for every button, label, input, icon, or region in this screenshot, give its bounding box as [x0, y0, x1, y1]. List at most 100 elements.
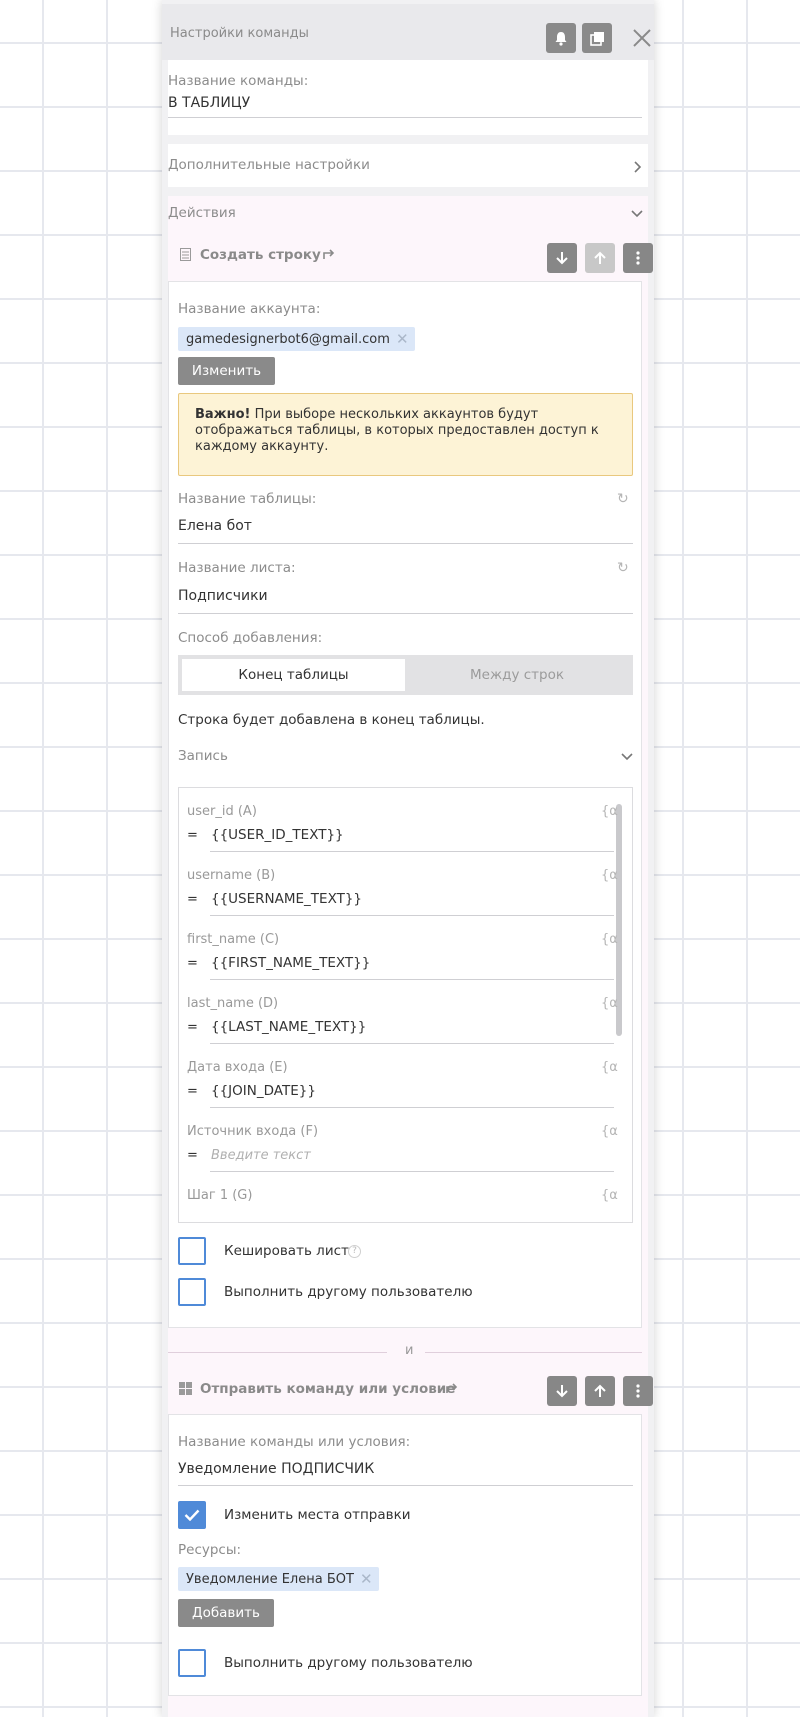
divider [168, 117, 642, 118]
grid-icon [179, 1382, 192, 1395]
table-label: Название таблицы: [178, 491, 317, 507]
cache-sheet-checkbox[interactable] [178, 1237, 206, 1265]
table-input[interactable]: Елена бот [178, 518, 252, 534]
send-command-name-label: Название команды или условия: [178, 1434, 411, 1450]
field-input[interactable]: {{FIRST_NAME_TEXT}} [211, 955, 370, 971]
more-options-button[interactable] [623, 243, 653, 273]
move-up-button[interactable] [585, 243, 615, 273]
redirect-icon[interactable] [445, 1382, 460, 1394]
command-name-input[interactable]: В ТАБЛИЦУ [168, 95, 250, 111]
change-destinations-label: Изменить места отправки [224, 1507, 411, 1523]
move-down-button[interactable] [547, 1376, 577, 1406]
field-input[interactable]: {{LAST_NAME_TEXT}} [211, 1019, 366, 1035]
change-account-button[interactable]: Изменить [178, 357, 275, 385]
more-vertical-icon [636, 1384, 640, 1398]
change-destinations-checkbox[interactable] [178, 1501, 206, 1529]
cache-sheet-label: Кешировать лист [224, 1243, 349, 1259]
record-field: Источник входа (F) {α = Введите текст [179, 1108, 632, 1172]
run-other-user-checkbox[interactable] [178, 1278, 206, 1306]
record-label: Запись [178, 748, 228, 764]
field-label: first_name (C) [187, 932, 280, 947]
field-label: user_id (A) [187, 804, 257, 819]
account-chip: gamedesignerbot6@gmail.com ✕ [178, 327, 415, 351]
variable-icon[interactable]: {α [601, 1188, 618, 1203]
refresh-icon[interactable]: ↻ [617, 560, 629, 576]
refresh-icon[interactable]: ↻ [617, 491, 629, 507]
help-icon[interactable]: ? [348, 1245, 361, 1258]
field-input[interactable]: {{JOIN_DATE}} [211, 1083, 316, 1099]
send-command-card: Название команды или условия: Уведомлени… [168, 1414, 642, 1696]
more-options-button[interactable] [623, 1376, 653, 1406]
check-icon [184, 1509, 200, 1521]
run-other-user-label: Выполнить другому пользователю [224, 1655, 473, 1671]
sheet-label: Название листа: [178, 560, 296, 576]
equals-sign: = [187, 828, 198, 843]
separator-line [168, 1352, 387, 1353]
account-chip-label: gamedesignerbot6@gmail.com [186, 331, 390, 347]
record-field: Шаг 1 (G) {α [179, 1172, 632, 1222]
sheet-input[interactable]: Подписчики [178, 588, 268, 604]
bell-icon [555, 31, 567, 46]
separator-line [425, 1352, 642, 1353]
method-note: Строка будет добавлена в конец таблицы. [178, 712, 485, 728]
variable-icon[interactable]: {α [601, 1124, 618, 1139]
field-input[interactable]: Введите текст [211, 1148, 311, 1163]
variable-icon[interactable]: {α [601, 932, 618, 947]
field-label: Дата входа (E) [187, 1060, 288, 1075]
add-resource-button[interactable]: Добавить [178, 1599, 274, 1627]
equals-sign: = [187, 892, 198, 907]
field-input[interactable]: {{USERNAME_TEXT}} [211, 891, 362, 907]
close-button[interactable] [632, 25, 654, 51]
field-label: username (B) [187, 868, 276, 883]
divider [178, 613, 633, 614]
equals-sign: = [187, 1020, 198, 1035]
record-fields-list: user_id (A) {α = {{USER_ID_TEXT}} userna… [178, 787, 633, 1223]
method-label: Способ добавления: [178, 630, 323, 646]
sheet-icon [180, 248, 191, 261]
divider [178, 543, 633, 544]
move-down-button[interactable] [547, 243, 577, 273]
variable-icon[interactable]: {α [601, 804, 618, 819]
warning-box: Важно! При выборе нескольких аккаунтов б… [178, 393, 633, 476]
actions-label: Действия [168, 205, 236, 221]
record-field: username (B) {α = {{USERNAME_TEXT}} [179, 852, 632, 916]
move-up-button[interactable] [585, 1376, 615, 1406]
remove-chip-icon[interactable]: ✕ [360, 1570, 373, 1588]
variable-icon[interactable]: {α [601, 1060, 618, 1075]
command-settings-panel: Настройки команды Название команды: В ТА… [162, 0, 654, 1717]
account-label: Название аккаунта: [178, 301, 321, 317]
resources-label: Ресурсы: [178, 1542, 242, 1558]
run-other-user-checkbox[interactable] [178, 1649, 206, 1677]
arrow-down-icon [556, 252, 568, 265]
remove-chip-icon[interactable]: ✕ [396, 330, 409, 348]
variable-icon[interactable]: {α [601, 868, 618, 883]
send-command-name-input[interactable]: Уведомление ПОДПИСЧИК [178, 1461, 374, 1477]
divider [178, 1485, 633, 1486]
chevron-down-icon[interactable] [631, 210, 643, 218]
additional-settings-row[interactable]: Дополнительные настройки [168, 144, 648, 187]
command-name-card: Название команды: В ТАБЛИЦУ [168, 60, 648, 135]
field-label: Источник входа (F) [187, 1124, 319, 1139]
additional-settings-label: Дополнительные настройки [168, 157, 370, 173]
copy-icon [589, 31, 604, 46]
resource-chip: Уведомление Елена БОТ ✕ [178, 1567, 379, 1591]
variable-icon[interactable]: {α [601, 996, 618, 1011]
method-option-end[interactable]: Конец таблицы [182, 659, 405, 691]
arrow-down-icon [556, 1385, 568, 1398]
equals-sign: = [187, 956, 198, 971]
duplicate-button[interactable] [582, 23, 612, 53]
create-row-card: Название аккаунта: gamedesignerbot6@gmai… [168, 281, 642, 1328]
chevron-down-icon[interactable] [621, 753, 633, 761]
panel-header: Настройки команды [162, 4, 654, 60]
record-field: Дата входа (E) {α = {{JOIN_DATE}} [179, 1044, 632, 1108]
equals-sign: = [187, 1084, 198, 1099]
redirect-icon[interactable] [322, 248, 337, 260]
field-input[interactable]: {{USER_ID_TEXT}} [211, 827, 344, 843]
field-label: last_name (D) [187, 996, 279, 1011]
actions-section: Действия Создать строку Название аккаунт… [168, 196, 653, 1717]
run-other-user-label: Выполнить другому пользователю [224, 1284, 473, 1300]
method-option-between[interactable]: Между строк [405, 659, 629, 691]
more-vertical-icon [636, 251, 640, 265]
notifications-button[interactable] [546, 23, 576, 53]
record-field: user_id (A) {α = {{USER_ID_TEXT}} [179, 788, 632, 852]
